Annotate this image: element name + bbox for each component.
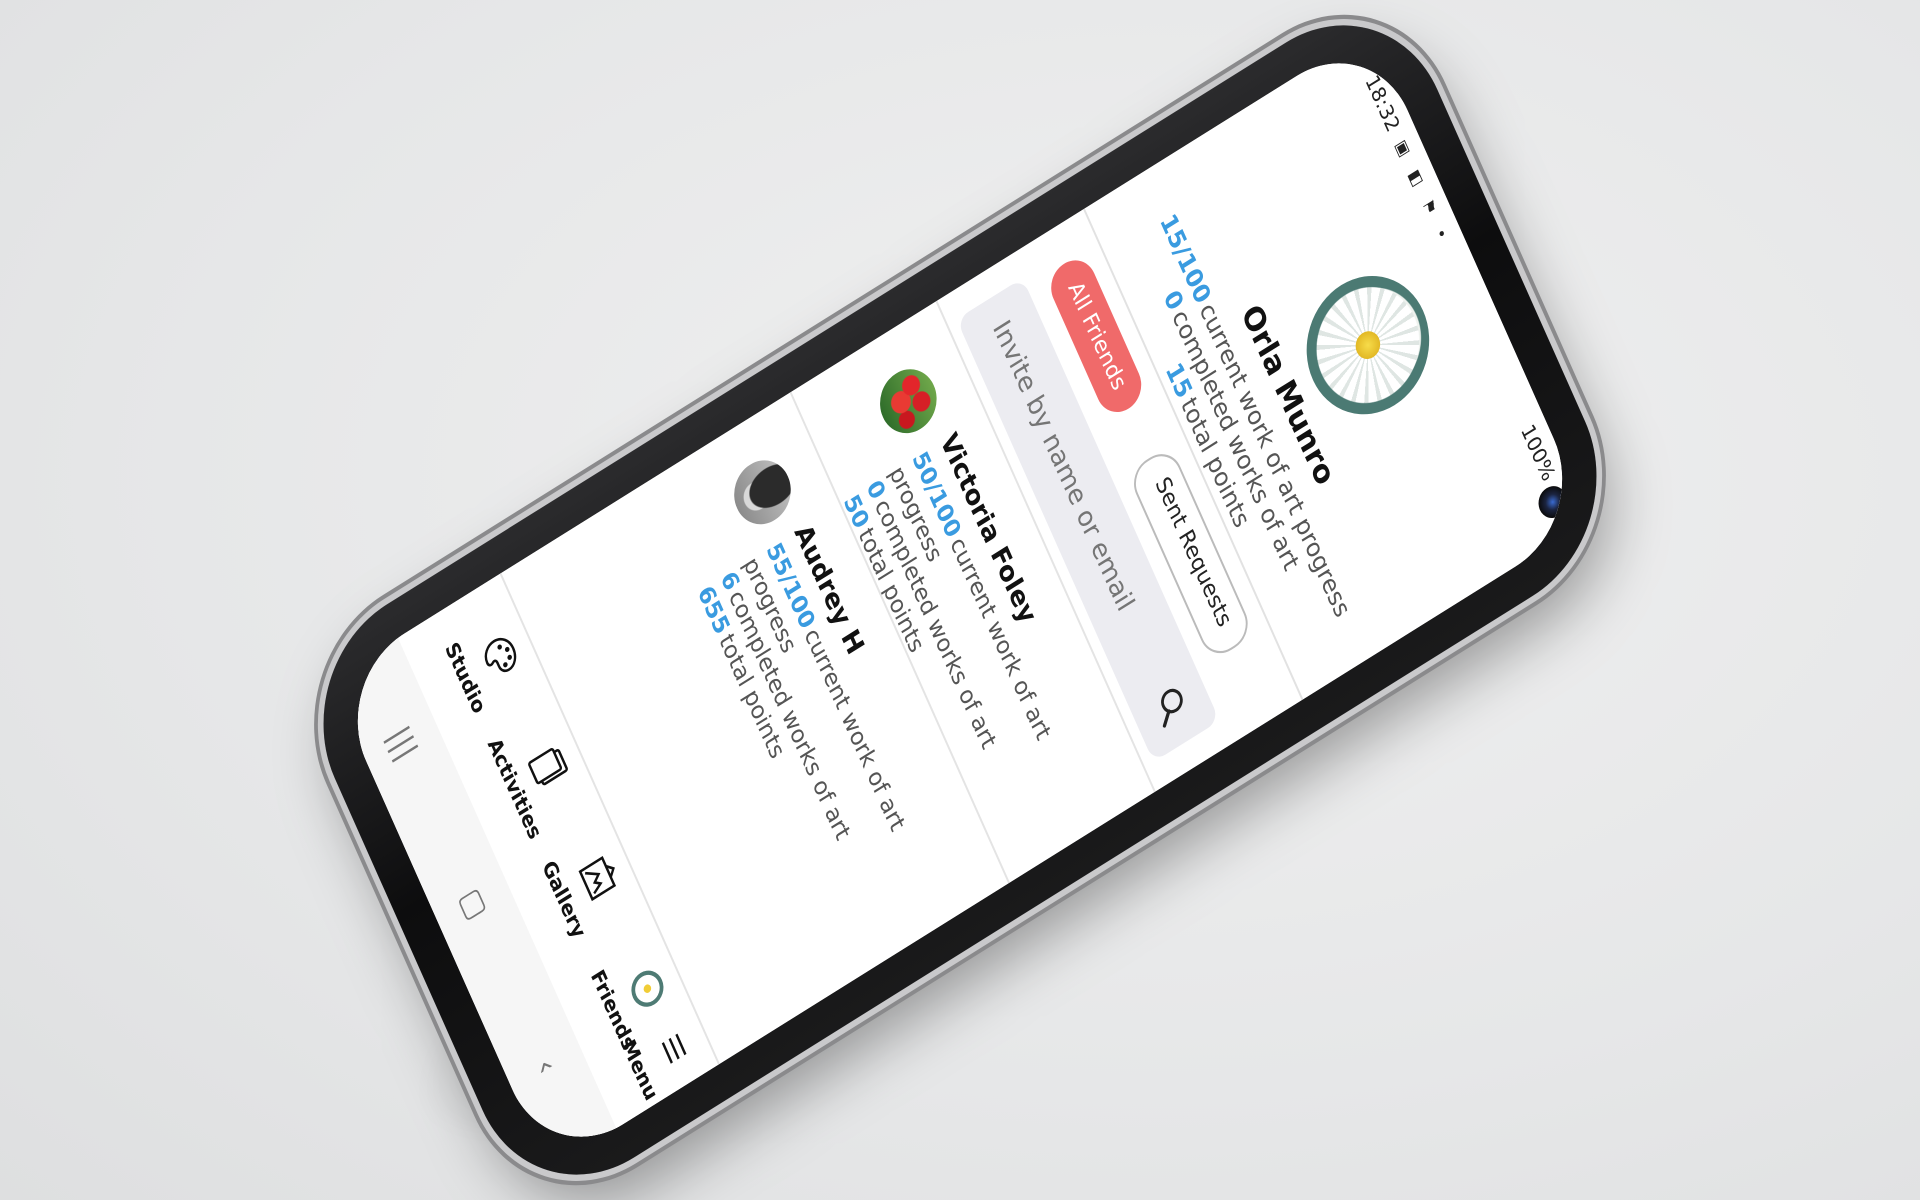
stacked-cards-icon — [528, 747, 568, 786]
friends-app: 18:32 ▣ ◧ ⚑ • 100% Orla Munro 15/100curr… — [330, 29, 1590, 1171]
phone-screen: 18:32 ▣ ◧ ⚑ • 100% Orla Munro 15/100curr… — [330, 29, 1590, 1171]
palette-icon — [484, 637, 517, 673]
friend-avatar-hat — [724, 448, 801, 536]
friend-avatar-tulips — [870, 357, 947, 445]
search-icon[interactable] — [1149, 681, 1192, 730]
recent-apps-icon[interactable]: ||| — [374, 712, 429, 776]
hamburger-menu-icon — [661, 1033, 687, 1064]
back-icon[interactable]: ‹ — [518, 1035, 573, 1099]
framed-picture-icon — [578, 855, 617, 902]
home-icon[interactable]: ▢ — [446, 872, 501, 936]
profile-progress-line: 15/100current work of art progress — [1134, 163, 1376, 669]
mockup-stage: 18:32 ▣ ◧ ⚑ • 100% Orla Munro 15/100curr… — [0, 0, 1920, 1200]
phone-device: 18:32 ▣ ◧ ⚑ • 100% Orla Munro 15/100curr… — [285, 0, 1635, 1200]
friend-avatar-icon — [631, 970, 664, 1007]
friends-list: Victoria Foley 50/100current work of art… — [645, 300, 1156, 974]
